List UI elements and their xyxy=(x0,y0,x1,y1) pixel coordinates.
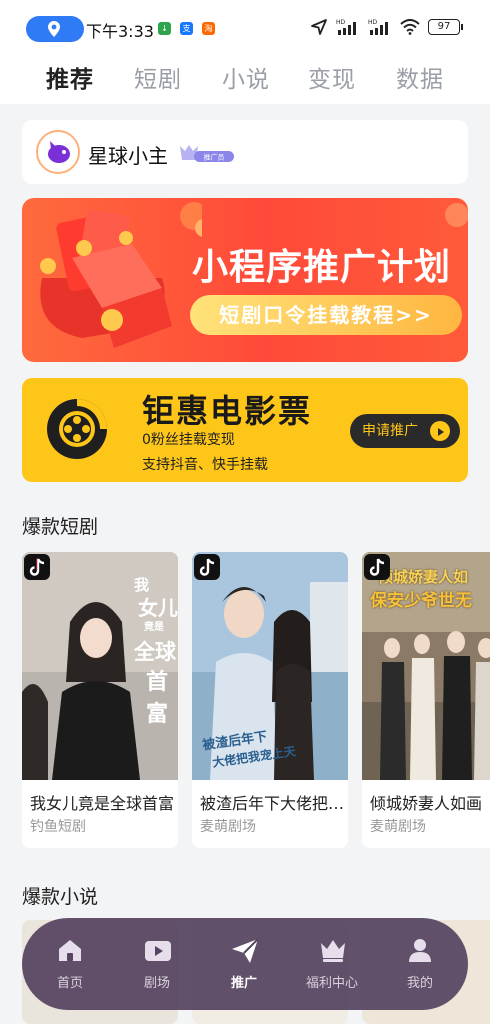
planet-avatar-icon xyxy=(38,132,78,172)
mini-program-banner[interactable]: 小程序推广计划 短剧口令挂载教程>> xyxy=(22,198,468,362)
promoter-badge-text: 推广员 xyxy=(204,153,225,162)
nav-mine[interactable]: 我的 xyxy=(380,918,460,1010)
status-bar: 下午3:33 ↓ 支 淘 HD HD 97 xyxy=(0,0,490,58)
movie-banner-title: 钜惠电影票 xyxy=(142,392,313,430)
movie-ticket-banner[interactable]: 钜惠电影票 0粉丝挂载变现 支持抖音、快手挂载 申请推广 xyxy=(22,378,468,482)
poster-text: 女儿 xyxy=(138,596,178,620)
movie-banner-line2: 支持抖音、快手挂载 xyxy=(142,457,268,473)
red-envelope-gift-icon xyxy=(40,202,202,348)
svg-text:HD: HD xyxy=(368,19,378,26)
status-time: 下午3:33 xyxy=(86,22,154,41)
movie-banner-line1: 0粉丝挂载变现 xyxy=(142,432,235,448)
drama-card[interactable]: 被渣后年下 大佬把我宠上天 被渣后年下大佬把我宠上天 麦萌剧场 xyxy=(192,552,348,848)
taobao-icon: 淘 xyxy=(202,22,215,35)
profile-name: 星球小主 xyxy=(88,144,168,168)
navigation-arrow-icon xyxy=(311,19,327,35)
wifi-icon xyxy=(400,19,420,35)
tiktok-icon xyxy=(194,554,220,580)
poster-text: 全球 xyxy=(134,640,176,664)
apply-promotion-button[interactable]: 申请推广 xyxy=(350,414,460,448)
banner-promo-title: 小程序推广计划 xyxy=(192,247,452,288)
drama-card[interactable]: 我 女儿 竟是 全球 首富 我女儿竟是全球首富 钓鱼短剧 xyxy=(22,552,178,848)
tiktok-icon xyxy=(364,554,390,580)
nav-label: 我的 xyxy=(406,976,433,991)
film-reel-icon xyxy=(47,399,107,459)
drama-source: 麦萌剧场 xyxy=(370,819,426,835)
location-pill[interactable] xyxy=(26,16,84,42)
nav-label: 首页 xyxy=(56,976,83,991)
nav-label: 福利中心 xyxy=(305,976,358,991)
paper-plane-icon xyxy=(232,938,259,963)
nav-promote[interactable]: 推广 xyxy=(204,918,284,1010)
drama-card[interactable]: 倾城娇妻人如 保安少爷世无 倾城娇妻人如画 麦萌剧场 xyxy=(362,552,490,848)
tab-novel[interactable]: 小说 xyxy=(222,60,270,94)
drama-title: 被渣后年下大佬把我宠上天 xyxy=(200,794,346,813)
signal-icon: HD xyxy=(336,19,356,35)
nav-theater[interactable]: 剧场 xyxy=(117,918,197,1010)
user-icon xyxy=(409,939,431,962)
drama-title: 我女儿竟是全球首富 xyxy=(30,794,175,813)
avatar[interactable] xyxy=(36,130,80,174)
download-icon: ↓ xyxy=(158,22,171,35)
promo-tutorial-button[interactable]: 短剧口令挂载教程>> xyxy=(190,295,462,335)
promoter-badge: 推广员 xyxy=(180,145,234,162)
tab-data[interactable]: 数据 xyxy=(396,60,444,94)
poster-text: 首富 xyxy=(146,670,169,727)
battery-indicator: 97 xyxy=(428,19,463,35)
section-title-novels: 爆款小说 xyxy=(22,886,99,908)
crown-icon xyxy=(321,940,345,962)
drama-title: 倾城娇妻人如画 xyxy=(370,794,483,813)
tab-short-drama[interactable]: 短剧 xyxy=(134,60,182,94)
theater-icon xyxy=(145,941,171,961)
nav-label: 剧场 xyxy=(143,976,170,991)
play-arrow-icon xyxy=(430,421,450,441)
drama-source: 麦萌剧场 xyxy=(200,819,256,835)
poster-text: 竟是 xyxy=(144,622,164,633)
home-icon xyxy=(59,940,81,961)
nav-label: 推广 xyxy=(230,976,257,991)
section-title-dramas: 爆款短剧 xyxy=(22,516,99,538)
drama-source: 钓鱼短剧 xyxy=(30,819,86,835)
coin-decoration-icon xyxy=(445,203,468,227)
svg-text:HD: HD xyxy=(336,19,346,26)
location-pin-icon xyxy=(48,21,60,37)
poster-text: 倾城娇妻人如 xyxy=(378,568,469,586)
poster-text: 保安少爷世无 xyxy=(370,591,472,611)
profile-card[interactable]: 星球小主 xyxy=(22,120,468,184)
tab-recommend[interactable]: 推荐 xyxy=(46,60,94,94)
tab-monetize[interactable]: 变现 xyxy=(308,60,356,94)
nav-welfare-center[interactable]: 福利中心 xyxy=(292,918,372,1010)
alipay-icon: 支 xyxy=(180,22,193,35)
tiktok-icon xyxy=(24,554,50,580)
bottom-nav: 首页 剧场 推广 福利中心 我的 xyxy=(22,918,468,1010)
apply-promotion-label: 申请推广 xyxy=(362,423,418,439)
nav-home[interactable]: 首页 xyxy=(30,918,110,1010)
top-tabs: 推荐 短剧 小说 变现 数据 xyxy=(0,58,490,104)
signal-icon-2: HD xyxy=(368,19,388,35)
